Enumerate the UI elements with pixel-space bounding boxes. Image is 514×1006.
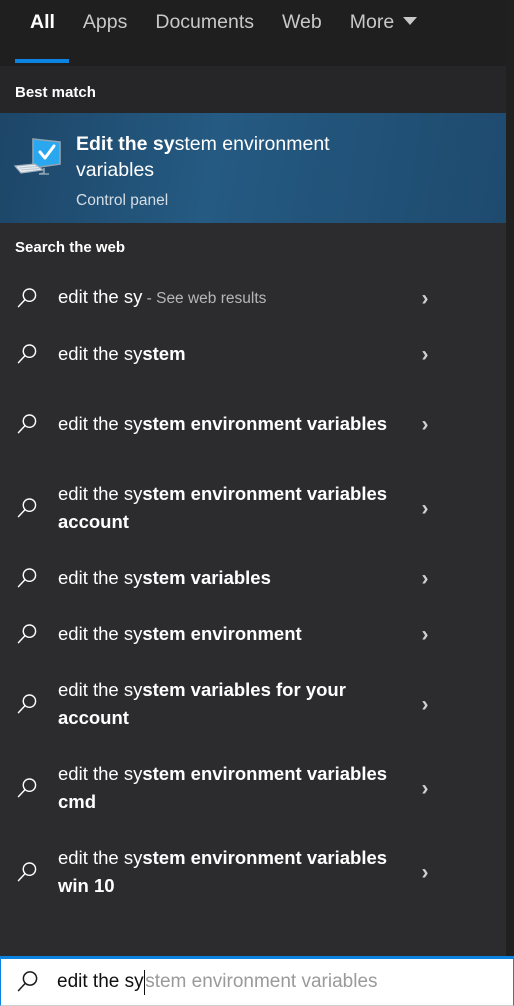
web-suggestion-row[interactable]: edit the system environment variables ac… [0, 466, 506, 550]
web-suggestions-list: edit the sy - See web results › edit the s… [0, 270, 506, 914]
web-suggestion-row[interactable]: edit the system › [0, 326, 506, 382]
system-properties-icon [0, 131, 76, 179]
web-suggestion-label: edit the sy - See web results [58, 283, 408, 313]
best-match-title-query: Edit the sy [76, 133, 175, 155]
search-input-text[interactable]: edit the sy stem environment variables [57, 969, 378, 995]
search-input-bar[interactable]: edit the sy stem environment variables [0, 956, 514, 1006]
chevron-right-icon[interactable]: › [408, 694, 442, 715]
tab-all-label: All [30, 11, 55, 33]
web-suggestion-row[interactable]: edit the sy - See web results › [0, 270, 506, 326]
web-suggestion-row[interactable]: edit the system environment variables › [0, 382, 506, 466]
chevron-right-icon[interactable]: › [408, 624, 442, 645]
chevron-right-icon[interactable]: › [408, 344, 442, 365]
best-match-title: Edit the system environment variables [76, 131, 376, 183]
chevron-right-icon[interactable]: › [408, 414, 442, 435]
search-icon [15, 412, 58, 437]
windows-search-panel: All Apps Documents Web More Best match E… [0, 0, 514, 1006]
chevron-down-icon [403, 17, 418, 25]
tab-documents[interactable]: Documents [141, 9, 268, 35]
search-icon [15, 566, 58, 591]
chevron-right-icon[interactable]: › [408, 568, 442, 589]
tab-more-label: More [349, 11, 395, 33]
web-suggestion-query: edit the sy [58, 623, 143, 644]
search-filter-tabs: All Apps Documents Web More [0, 0, 514, 66]
results-panel: Best match Edit the sy stem environment v… [0, 66, 514, 956]
search-icon [15, 496, 58, 521]
search-icon [15, 286, 58, 311]
search-icon [15, 692, 58, 717]
chevron-right-icon[interactable]: › [408, 778, 442, 799]
tab-web[interactable]: Web [268, 9, 336, 35]
chevron-right-icon[interactable]: › [408, 288, 442, 309]
best-match-subtitle: Control panel [76, 192, 169, 209]
tab-apps-label: Apps [82, 11, 128, 33]
web-suggestion-label: edit the system environment [58, 620, 408, 648]
best-match-text: Edit the system environment variables Co… [76, 131, 396, 210]
best-match-result[interactable]: Edit the system environment variables Co… [0, 113, 506, 223]
search-icon [15, 342, 58, 367]
web-suggestion-completion: stem variables [142, 567, 271, 588]
web-suggestion-row[interactable]: edit the system environment › [0, 606, 506, 662]
web-suggestion-query: edit the sy [58, 343, 143, 364]
tab-web-label: Web [282, 11, 322, 33]
web-suggestion-completion: stem environment variables [142, 413, 388, 434]
web-suggestion-label: edit the system variables for your accou… [58, 676, 408, 732]
search-icon [15, 969, 57, 995]
web-suggestion-label: edit the system environment variables cm… [58, 760, 408, 816]
tab-apps[interactable]: Apps [69, 9, 141, 35]
web-suggestion-query: edit the sy [58, 286, 143, 307]
best-match-heading: Best match [0, 66, 506, 113]
web-suggestion-label: edit the system environment variables ac… [58, 480, 408, 536]
web-suggestion-label: edit the system [58, 340, 408, 368]
search-input-ghost-completion: stem environment variables [145, 971, 378, 992]
web-suggestion-query: edit the sy [58, 483, 143, 504]
web-suggestion-row[interactable]: edit the system environment variables wi… [0, 830, 506, 914]
web-suggestion-query: edit the sy [58, 847, 143, 868]
chevron-right-icon[interactable]: › [408, 498, 442, 519]
search-the-web-heading: Search the web [15, 239, 126, 256]
search-icon [15, 776, 58, 801]
chevron-right-icon[interactable]: › [408, 862, 442, 883]
web-suggestion-row[interactable]: edit the system variables › [0, 550, 506, 606]
web-suggestion-query: edit the sy [58, 763, 143, 784]
web-suggestion-query: edit the sy [58, 413, 143, 434]
web-suggestion-label: edit the system variables [58, 564, 408, 592]
search-input-typed-value: edit the sy [57, 971, 144, 992]
search-icon [15, 860, 58, 885]
web-suggestion-label: edit the system environment variables wi… [58, 844, 408, 900]
web-suggestion-completion: stem environment [142, 623, 302, 644]
tab-more[interactable]: More [336, 9, 431, 35]
tab-all[interactable]: All [15, 9, 69, 63]
web-suggestion-query: edit the sy [58, 679, 143, 700]
web-suggestion-label: edit the system environment variables [58, 410, 408, 438]
web-suggestion-query: edit the sy [58, 567, 143, 588]
search-icon [15, 622, 58, 647]
tab-documents-label: Documents [155, 11, 254, 33]
web-suggestion-completion: stem [142, 343, 186, 364]
web-suggestion-row[interactable]: edit the system environment variables cm… [0, 746, 506, 830]
web-suggestion-row[interactable]: edit the system variables for your accou… [0, 662, 506, 746]
web-suggestion-note: - See web results [142, 290, 267, 307]
